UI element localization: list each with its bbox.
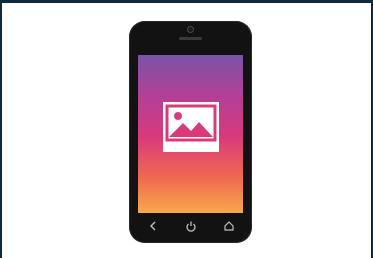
smartphone-illustration <box>129 21 252 243</box>
canvas <box>2 3 371 258</box>
image-placeholder-icon <box>163 102 219 152</box>
back-icon[interactable] <box>147 220 159 232</box>
home-icon[interactable] <box>223 220 235 232</box>
earpiece-speaker <box>179 37 202 40</box>
front-camera <box>187 26 194 33</box>
phone-screen <box>138 55 243 213</box>
power-icon[interactable] <box>185 220 197 232</box>
